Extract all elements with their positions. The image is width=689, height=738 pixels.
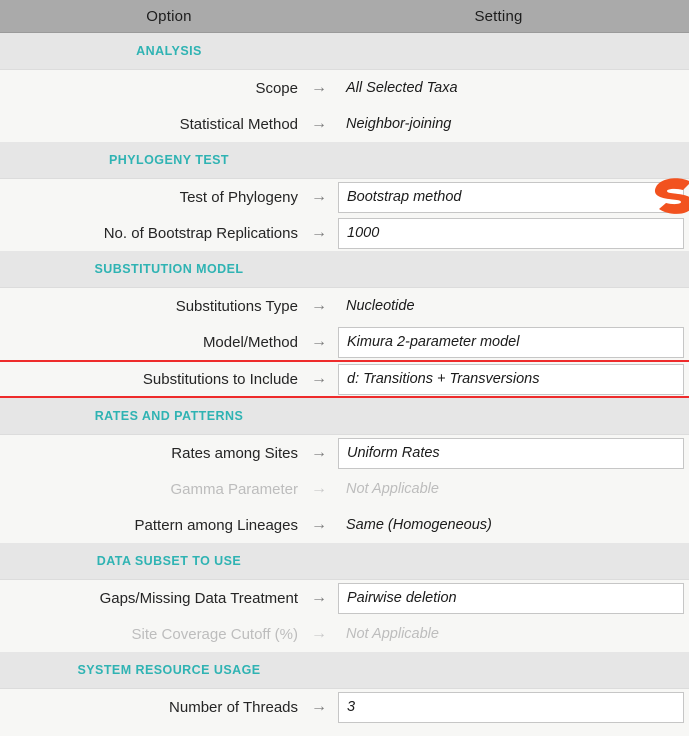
arrow-right-icon: → (311, 698, 327, 715)
setting-value-cell: Neighbor-joining (338, 106, 689, 142)
settings-row[interactable]: Number of Threads → 3 (0, 689, 689, 725)
option-label: Gamma Parameter (170, 480, 298, 498)
setting-value-input[interactable]: d: Transitions + Transversions (338, 363, 684, 395)
arrow-right-icon: → (311, 480, 327, 497)
settings-row[interactable]: Substitutions Type → Nucleotide (0, 288, 689, 324)
option-label: Test of Phylogeny (179, 188, 298, 206)
setting-value-cell: Nucleotide (338, 288, 689, 324)
setting-value-cell: 1000 (338, 215, 689, 251)
setting-value-cell: Not Applicable (338, 616, 689, 652)
arrow-right-icon: → (311, 224, 327, 241)
option-label: Scope (255, 79, 298, 97)
settings-row[interactable]: Rates among Sites → Uniform Rates (0, 435, 689, 471)
settings-sections: ANALYSIS Scope → All Selected Taxa Statistic… (0, 33, 689, 725)
setting-value: Not Applicable (346, 480, 439, 497)
arrow-right-icon: → (311, 79, 327, 96)
column-header-setting: Setting (474, 7, 523, 25)
option-label: Gaps/Missing Data Treatment (99, 589, 298, 607)
section-header: DATA SUBSET TO USE (0, 543, 689, 580)
setting-value: Nucleotide (346, 297, 415, 314)
setting-value: d: Transitions + Transversions (347, 370, 540, 387)
table-header: Option Setting (0, 0, 689, 33)
setting-value: Not Applicable (346, 625, 439, 642)
settings-row[interactable]: Test of Phylogeny → Bootstrap method (0, 179, 689, 215)
setting-value-cell: All Selected Taxa (338, 70, 689, 106)
setting-value: Same (Homogeneous) (346, 516, 492, 533)
section-header: RATES AND PATTERNS (0, 398, 689, 435)
settings-row: Site Coverage Cutoff (%) → Not Applicable (0, 616, 689, 652)
option-label: Substitutions Type (175, 297, 298, 315)
arrow-right-icon: → (311, 115, 327, 132)
option-label: Rates among Sites (171, 444, 298, 462)
column-header-option: Option (146, 7, 192, 25)
section-title: DATA SUBSET TO USE (96, 554, 242, 568)
option-label: No. of Bootstrap Replications (103, 224, 298, 242)
option-label: Site Coverage Cutoff (%) (131, 625, 298, 643)
arrow-right-icon: → (311, 370, 327, 387)
arrow-right-icon: → (311, 625, 327, 642)
option-label: Substitutions to Include (142, 370, 298, 388)
section-title: SUBSTITUTION MODEL (94, 262, 244, 276)
setting-value: 3 (347, 698, 356, 715)
setting-value: 1000 (347, 224, 380, 241)
option-label: Number of Threads (169, 698, 298, 716)
setting-value-cell: Not Applicable (338, 471, 689, 507)
setting-value-cell: d: Transitions + Transversions (338, 361, 689, 397)
analysis-preferences-panel: Option Setting ANALYSIS Scope → All Selecte… (0, 0, 689, 738)
arrow-right-icon: → (311, 188, 327, 205)
setting-value-cell: Same (Homogeneous) (338, 507, 689, 543)
setting-value: Uniform Rates (347, 444, 440, 461)
arrow-right-icon: → (311, 444, 327, 461)
setting-value-cell: Pairwise deletion (338, 580, 689, 616)
option-label: Statistical Method (179, 115, 298, 133)
section-header: PHYLOGENY TEST (0, 142, 689, 179)
section-title: PHYLOGENY TEST (109, 153, 229, 167)
arrow-right-icon: → (311, 516, 327, 533)
setting-value-input[interactable]: 3 (338, 691, 684, 723)
option-label: Pattern among Lineages (134, 516, 298, 534)
setting-value: Pairwise deletion (347, 589, 457, 606)
settings-row[interactable]: Statistical Method → Neighbor-joining (0, 106, 689, 142)
settings-row: Gamma Parameter → Not Applicable (0, 471, 689, 507)
arrow-right-icon: → (311, 589, 327, 606)
settings-row[interactable]: No. of Bootstrap Replications → 1000 (0, 215, 689, 251)
setting-value-cell: Kimura 2-parameter model (338, 324, 689, 360)
settings-row[interactable]: Pattern among Lineages → Same (Homogeneous… (0, 507, 689, 543)
section-title: SYSTEM RESOURCE USAGE (77, 663, 261, 677)
setting-value-input[interactable]: Pairwise deletion (338, 582, 684, 614)
settings-row[interactable]: Gaps/Missing Data Treatment → Pairwise del… (0, 580, 689, 616)
section-header: SUBSTITUTION MODEL (0, 251, 689, 288)
setting-value-input[interactable]: Kimura 2-parameter model (338, 326, 684, 358)
setting-value: Neighbor-joining (346, 115, 452, 132)
section-title: RATES AND PATTERNS (94, 409, 244, 423)
settings-row[interactable]: Scope → All Selected Taxa (0, 70, 689, 106)
section-title: ANALYSIS (136, 44, 202, 58)
arrow-right-icon: → (311, 297, 327, 314)
setting-value-cell: Uniform Rates (338, 435, 689, 471)
setting-value-cell: 3 (338, 689, 689, 725)
setting-value-input[interactable]: Bootstrap method (338, 181, 684, 213)
setting-value-cell: Bootstrap method (338, 179, 689, 215)
section-header: ANALYSIS (0, 33, 689, 70)
setting-value-input[interactable]: Uniform Rates (338, 437, 684, 469)
setting-value: All Selected Taxa (346, 79, 458, 96)
settings-row[interactable]: Substitutions to Include → d: Transitions … (0, 360, 689, 398)
setting-value-input[interactable]: 1000 (338, 217, 684, 249)
section-header: SYSTEM RESOURCE USAGE (0, 652, 689, 689)
option-label: Model/Method (202, 333, 298, 351)
bottom-filler (0, 725, 689, 736)
arrow-right-icon: → (311, 333, 327, 350)
setting-value: Bootstrap method (347, 188, 462, 205)
setting-value: Kimura 2-parameter model (347, 333, 520, 350)
settings-row[interactable]: Model/Method → Kimura 2-parameter model (0, 324, 689, 360)
